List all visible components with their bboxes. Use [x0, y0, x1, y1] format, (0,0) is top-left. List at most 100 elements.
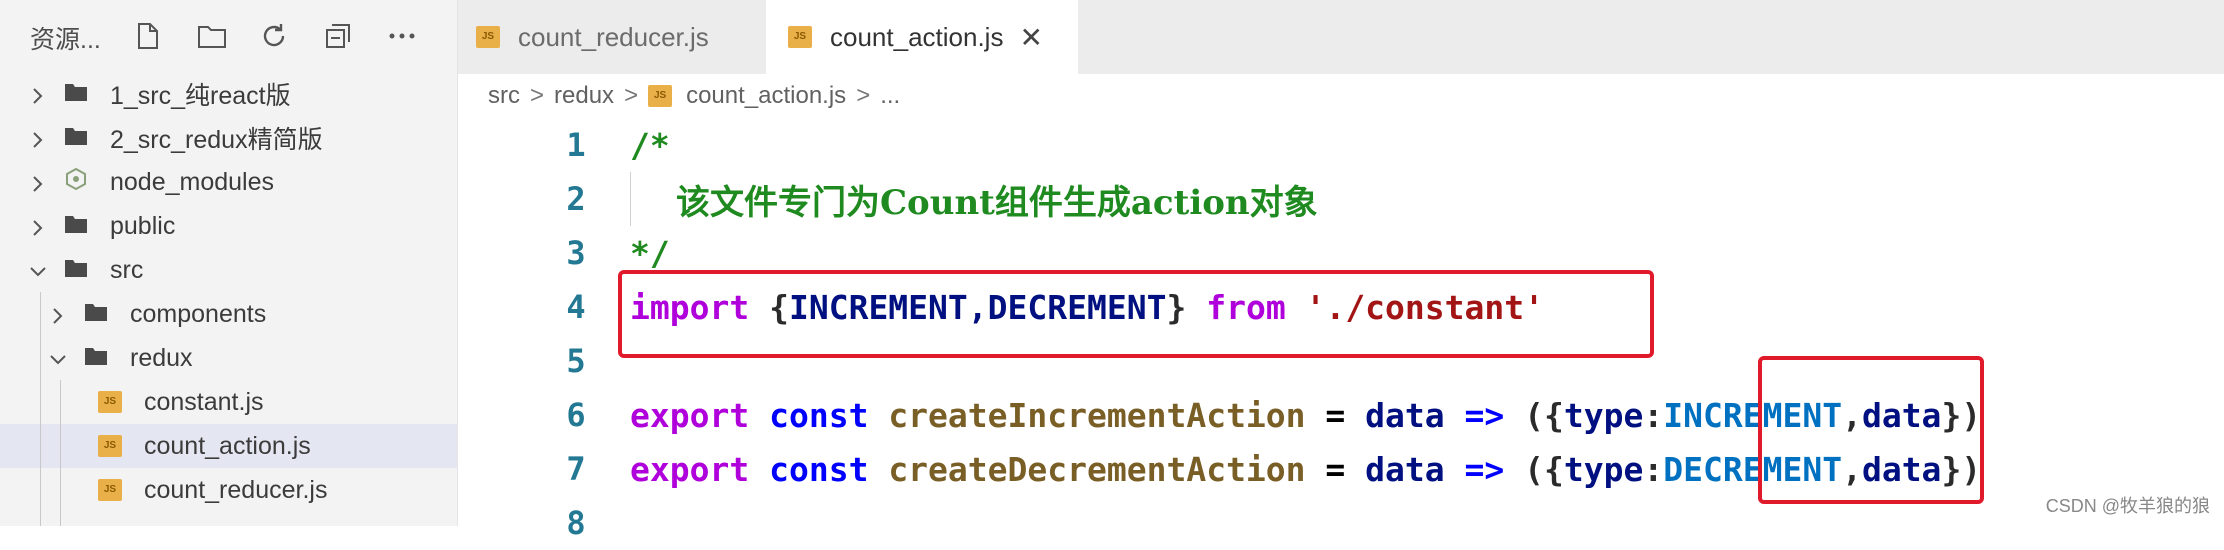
tree-item-label: components — [130, 299, 267, 328]
line-number: 1 — [566, 126, 586, 164]
chevron-right-icon — [28, 216, 48, 236]
tree-item-constant-js[interactable]: JS constant.js — [0, 380, 457, 424]
more-actions-icon[interactable] — [384, 18, 420, 54]
code-text: 该文件专门为Count组件生成action对象 — [676, 182, 1318, 223]
punctuation-token: ({ — [1524, 449, 1564, 489]
line-number: 4 — [566, 288, 586, 326]
type-value-highlight-box — [1758, 356, 1984, 504]
keyword-token: const — [769, 395, 869, 435]
breadcrumb-separator: > — [624, 82, 639, 109]
breadcrumb-item[interactable]: count_action.js — [686, 82, 846, 110]
operator-token: = — [1325, 395, 1346, 435]
js-file-icon: JS — [98, 479, 122, 501]
tree-item-label: src — [110, 255, 144, 284]
line-number: 2 — [566, 180, 586, 218]
folder-icon — [64, 80, 88, 109]
editor-tab-bar: JS count_reducer.js JS count_action.js ✕ — [458, 0, 2224, 74]
punctuation-token: : — [1643, 449, 1664, 489]
tree-item-label: constant.js — [144, 387, 264, 416]
chevron-right-icon — [28, 128, 48, 148]
line-number: 6 — [566, 396, 586, 434]
chevron-right-icon — [28, 84, 48, 104]
code-text: */ — [630, 233, 670, 273]
punctuation-token: ({ — [1524, 395, 1564, 435]
tree-item-label: 2_src_redux精简版 — [110, 126, 323, 154]
identifier-token: type — [1563, 395, 1644, 435]
node-modules-icon — [64, 167, 88, 198]
breadcrumb-item[interactable]: ... — [880, 82, 900, 110]
code-text: /* — [630, 125, 670, 165]
code-line[interactable]: 8 — [458, 496, 2224, 550]
new-folder-icon[interactable] — [194, 18, 230, 54]
identifier-token: data — [1365, 395, 1445, 435]
tree-item-label: node_modules — [110, 167, 275, 196]
operator-token: => — [1464, 449, 1505, 489]
tree-indent-guide — [60, 380, 61, 526]
line-number: 7 — [566, 450, 586, 488]
folder-icon — [84, 300, 108, 329]
punctuation-token: : — [1643, 395, 1664, 435]
function-name-token: createIncrementAction — [888, 395, 1306, 435]
breadcrumb-item[interactable]: redux — [554, 82, 614, 110]
keyword-token: export — [630, 449, 750, 489]
folder-open-icon — [64, 256, 88, 285]
breadcrumb-separator: > — [856, 82, 871, 109]
tree-item-label: count_action.js — [144, 431, 311, 460]
folder-icon — [64, 212, 88, 241]
function-name-token: createDecrementAction — [888, 449, 1306, 489]
js-file-icon: JS — [648, 85, 673, 107]
chevron-right-icon — [28, 172, 48, 192]
tree-item-public[interactable]: public — [0, 204, 457, 248]
js-file-icon: JS — [788, 26, 812, 48]
tree-indent-guide — [40, 292, 41, 526]
operator-token: => — [1464, 395, 1505, 435]
watermark: CSDN @牧羊狼的狼 — [2045, 496, 2210, 516]
new-file-icon[interactable] — [130, 18, 166, 54]
operator-token: = — [1325, 449, 1346, 489]
tree-item-src[interactable]: src — [0, 248, 457, 292]
tree-item-1-src[interactable]: 1_src_纯react版 — [0, 72, 457, 116]
chevron-down-icon — [48, 348, 68, 368]
chevron-down-icon — [28, 260, 48, 280]
breadcrumb-item[interactable]: src — [488, 82, 520, 110]
explorer-title: 资源... — [30, 26, 101, 54]
chevron-right-icon — [48, 304, 68, 324]
tab-label: count_reducer.js — [518, 21, 709, 52]
tree-item-count-action-js[interactable]: JS count_action.js — [0, 424, 457, 468]
js-file-icon: JS — [476, 26, 500, 48]
tab-count-reducer[interactable]: JS count_reducer.js — [476, 0, 756, 74]
tab-count-action[interactable]: JS count_action.js ✕ — [766, 0, 1078, 74]
tree-item-node-modules[interactable]: node_modules — [0, 160, 457, 204]
keyword-token: const — [769, 449, 869, 489]
tree-item-2-src[interactable]: 2_src_redux精简版 — [0, 116, 457, 160]
line-number: 5 — [566, 342, 586, 380]
breadcrumb-separator: > — [530, 82, 545, 109]
tree-item-label: public — [110, 211, 176, 240]
keyword-token: export — [630, 395, 750, 435]
folder-icon — [64, 124, 88, 153]
identifier-token: data — [1365, 449, 1445, 489]
js-file-icon: JS — [98, 391, 122, 413]
explorer-header: 资源... — [0, 0, 457, 74]
collapse-all-icon[interactable] — [320, 18, 356, 54]
tree-item-label: redux — [130, 343, 193, 372]
line-number: 3 — [566, 234, 586, 272]
folder-open-icon — [84, 344, 108, 373]
breadcrumb: src > redux > JS count_action.js > ... — [488, 76, 900, 116]
identifier-token: type — [1563, 449, 1644, 489]
tree-item-redux[interactable]: redux — [0, 336, 457, 380]
tree-item-count-reducer-js[interactable]: JS count_reducer.js — [0, 468, 457, 512]
code-line[interactable]: 1 /* — [458, 118, 2224, 172]
js-file-icon: JS — [98, 435, 122, 457]
import-highlight-box — [618, 270, 1654, 358]
close-icon[interactable]: ✕ — [1019, 21, 1042, 54]
code-line[interactable]: 2 该文件专门为Count组件生成action对象 — [458, 172, 2224, 226]
tree-item-components[interactable]: components — [0, 292, 457, 336]
tab-label: count_action.js — [830, 21, 1004, 52]
line-number: 8 — [566, 504, 586, 542]
tree-item-label: 1_src_纯react版 — [110, 82, 291, 110]
explorer-sidebar: 资源... 1_src_纯react版 2_src_redux精简版 node_… — [0, 0, 458, 526]
refresh-icon[interactable] — [256, 18, 292, 54]
tree-item-partial — [0, 512, 457, 526]
tree-item-label: count_reducer.js — [144, 475, 328, 504]
